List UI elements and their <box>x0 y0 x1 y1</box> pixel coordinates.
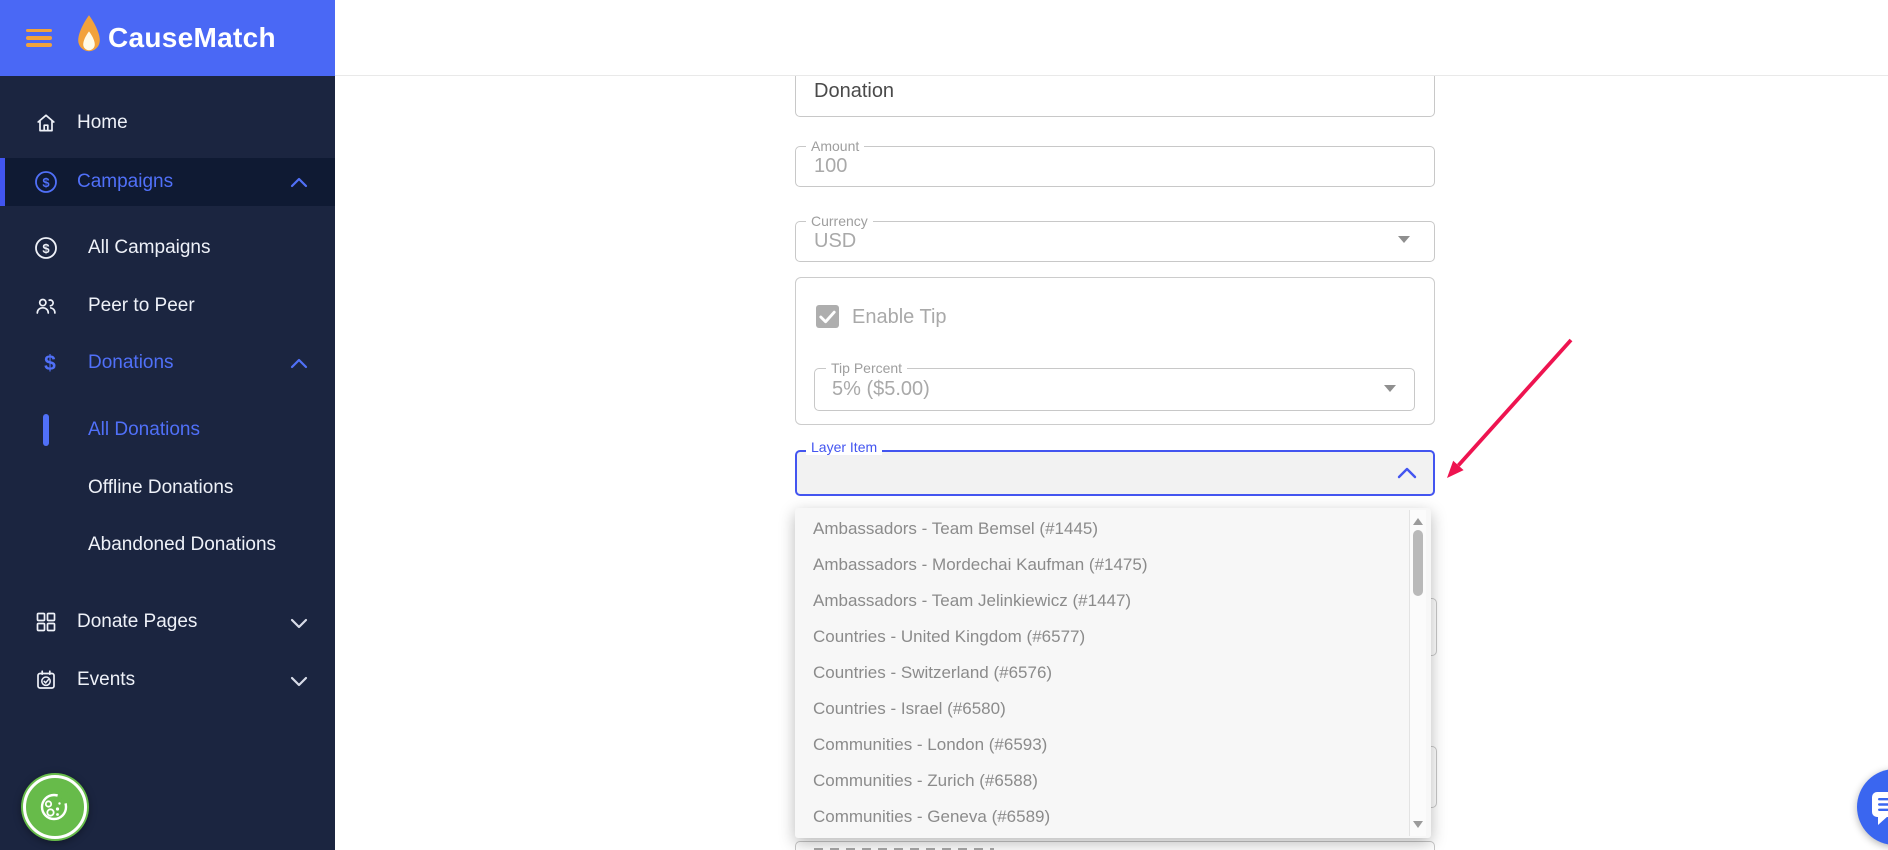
logo-band: CauseMatch <box>0 0 335 76</box>
cookie-consent-button[interactable] <box>21 773 89 841</box>
checkmark-icon <box>819 310 836 324</box>
dollar-circle-icon: $ <box>35 171 57 193</box>
dropdown-caret-icon <box>1398 236 1410 243</box>
dropdown-caret-icon <box>1384 385 1396 392</box>
dropdown-option[interactable]: Countries - United Kingdom (#6577) <box>795 619 1413 655</box>
sidebar-item-label: Offline Donations <box>88 477 234 498</box>
enable-tip-checkbox[interactable] <box>816 305 839 328</box>
brand-name: CauseMatch <box>108 22 276 53</box>
dropdown-option[interactable]: Ambassadors - Team Jelinkiewicz (#1447) <box>795 583 1413 619</box>
scroll-down-arrow-icon[interactable] <box>1413 821 1423 828</box>
sidebar-item-label: Donate Pages <box>77 611 198 632</box>
scrollbar-thumb[interactable] <box>1413 530 1423 596</box>
chevron-down-icon <box>290 618 308 629</box>
dropdown-option[interactable]: Communities - Zurich (#6588) <box>795 763 1413 799</box>
layer-item-dropdown-panel: Ambassadors - Team Bemsel (#1445) Ambass… <box>795 508 1431 838</box>
amount-label: Amount <box>806 138 865 154</box>
sidebar-item-offline-donations[interactable]: Offline Donations <box>0 464 335 512</box>
sidebar-item-all-campaigns[interactable]: $ All Campaigns <box>0 224 335 272</box>
sidebar-item-label: Home <box>77 112 128 133</box>
tip-percent-value: 5% ($5.00) <box>832 378 930 400</box>
grid-icon <box>36 612 56 632</box>
cookie-icon <box>40 791 70 821</box>
chevron-up-icon <box>290 358 308 369</box>
chevron-up-icon <box>290 177 308 188</box>
currency-label: Currency <box>806 213 873 229</box>
sidebar-item-donations[interactable]: $ Donations <box>0 339 335 387</box>
sidebar-item-label: Donations <box>88 352 174 373</box>
dropdown-option[interactable]: Ambassadors - Mordechai Kaufman (#1475) <box>795 547 1413 583</box>
flame-logo-icon <box>78 15 100 52</box>
sidebar-item-peer-to-peer[interactable]: Peer to Peer <box>0 282 335 330</box>
sidebar: Home $ Campaigns $ All Campaigns Peer to… <box>0 76 335 850</box>
sidebar-item-all-donations[interactable]: All Donations <box>0 406 335 454</box>
sidebar-item-campaigns[interactable]: $ Campaigns <box>0 158 335 206</box>
annotation-arrow <box>1447 338 1573 478</box>
svg-text:$: $ <box>42 175 50 190</box>
dropdown-option[interactable]: Communities - Geneva (#6589) <box>795 799 1413 835</box>
enable-tip-label: Enable Tip <box>852 306 947 328</box>
dropdown-option[interactable]: Communities - London (#6593) <box>795 727 1413 763</box>
sidebar-item-home[interactable]: Home <box>0 99 335 147</box>
sidebar-item-label: Events <box>77 669 136 690</box>
sidebar-item-label: All Donations <box>88 419 200 440</box>
dropdown-option[interactable]: Countries - Switzerland (#6576) <box>795 655 1413 691</box>
sidebar-item-label: Campaigns <box>77 171 174 192</box>
calendar-icon <box>37 670 55 689</box>
dropdown-option[interactable]: Countries - Israel (#6580) <box>795 691 1413 727</box>
currency-select[interactable] <box>795 221 1435 262</box>
tip-percent-label: Tip Percent <box>826 360 908 376</box>
topbar <box>335 0 1888 76</box>
amount-field[interactable] <box>795 146 1435 187</box>
dollar-icon: $ <box>44 352 56 375</box>
active-indicator <box>0 158 5 206</box>
app-window: CauseMatch Knowledge base English Hello … <box>0 0 1888 850</box>
home-icon <box>37 114 55 132</box>
dollar-circle-icon: $ <box>35 237 57 259</box>
sidebar-item-label: Abandoned Donations <box>88 534 277 555</box>
sidebar-item-label: Peer to Peer <box>88 295 195 316</box>
sidebar-item-donate-pages[interactable]: Donate Pages <box>0 598 335 646</box>
svg-text:$: $ <box>44 352 56 375</box>
selected-indicator <box>43 414 49 446</box>
people-icon <box>36 298 56 314</box>
layer-item-label: Layer Item <box>806 439 883 455</box>
dropdown-scrollbar <box>1409 510 1426 836</box>
chat-widget-button[interactable] <box>1857 769 1888 845</box>
dropdown-option[interactable]: Ambassadors - Team Bemsel (#1445) <box>795 511 1413 547</box>
chat-bubble-icon <box>1872 792 1888 825</box>
layer-item-select[interactable] <box>795 450 1435 496</box>
amount-value: 100 <box>814 155 848 177</box>
hamburger-menu-icon[interactable] <box>26 29 52 47</box>
chevron-up-icon <box>1397 467 1417 479</box>
truncated-next-field <box>795 841 1435 850</box>
sidebar-item-abandoned-donations[interactable]: Abandoned Donations <box>0 521 335 569</box>
currency-value: USD <box>814 230 857 252</box>
sidebar-item-events[interactable]: Events <box>0 656 335 704</box>
chevron-down-icon <box>290 676 308 687</box>
svg-text:$: $ <box>42 241 50 256</box>
campaign-title-value: Donation <box>814 80 895 102</box>
scroll-up-arrow-icon[interactable] <box>1413 518 1423 525</box>
sidebar-item-label: All Campaigns <box>88 237 211 258</box>
